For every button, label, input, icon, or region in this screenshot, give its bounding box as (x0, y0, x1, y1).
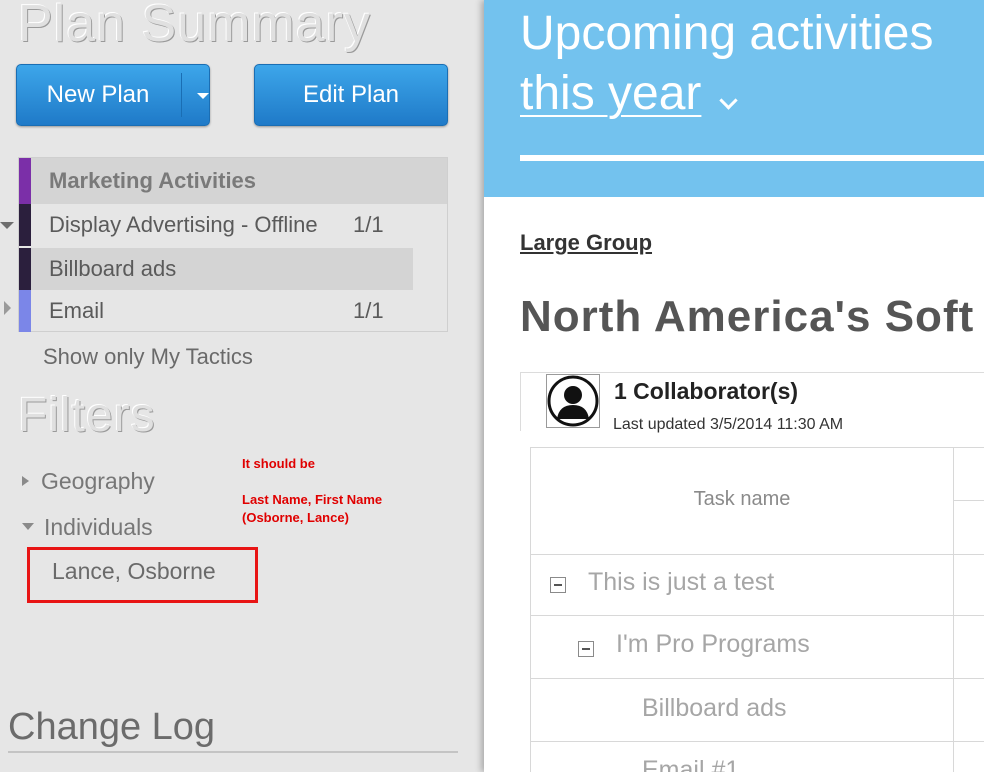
button-divider (181, 73, 182, 117)
filter-individuals-label: Individuals (44, 514, 153, 540)
task-name-header[interactable]: Task name (531, 488, 953, 511)
caret-down-icon (22, 523, 34, 531)
task-row[interactable]: Email #1 (642, 756, 739, 772)
collapse-icon[interactable] (578, 641, 594, 657)
tactic-row-billboard-ads[interactable]: Billboard ads (19, 248, 413, 290)
caret-right-icon (22, 475, 29, 486)
expand-right-icon[interactable] (4, 301, 11, 315)
annotation-line: Last Name, First Name (242, 492, 383, 507)
grid-row-divider (531, 554, 984, 555)
chevron-down-icon[interactable] (719, 91, 738, 110)
expand-down-icon[interactable] (0, 222, 14, 229)
grid-row-divider (531, 615, 984, 616)
tactic-row-display-advertising[interactable]: Display Advertising - Offline 1/1 (19, 204, 447, 246)
task-row[interactable]: This is just a test (588, 568, 774, 597)
group-link[interactable]: Large Group (520, 230, 652, 256)
divider (520, 373, 521, 431)
user-silhouette-icon (547, 375, 599, 427)
tactic-label: Email (49, 298, 105, 323)
tactic-color-bar (19, 204, 31, 246)
show-only-my-tactics[interactable]: Show only My Tactics (43, 344, 253, 370)
project-title: North America's Soft (520, 292, 975, 341)
tactic-count: 1/1 (353, 298, 384, 323)
filter-geography-label: Geography (41, 468, 155, 494)
grid-row-divider (531, 741, 984, 742)
tactic-row-email[interactable]: Email 1/1 (19, 290, 447, 332)
divider (520, 372, 984, 373)
period-dropdown[interactable]: this year (520, 66, 701, 121)
task-grid: Task name This is just a test I'm Pro Pr… (530, 447, 984, 772)
individual-item[interactable]: Lance, Osborne (52, 558, 216, 585)
plan-sidebar: Plan Summary New Plan Edit Plan Marketin… (0, 0, 484, 772)
edit-plan-button[interactable]: Edit Plan (254, 64, 448, 126)
filters-title: Filters (18, 389, 156, 442)
task-row[interactable]: Billboard ads (642, 694, 787, 723)
tactic-count: 1/1 (353, 212, 384, 237)
grid-header-divider (953, 500, 984, 501)
filter-geography[interactable]: Geography (22, 468, 155, 495)
category-color-bar (19, 158, 31, 204)
filter-individuals[interactable]: Individuals (22, 514, 153, 541)
tactic-color-bar (19, 290, 31, 332)
collapse-icon[interactable] (550, 577, 566, 593)
tactics-header[interactable]: Marketing Activities (19, 158, 447, 204)
plan-summary-title: Plan Summary (18, 0, 371, 53)
divider (520, 155, 984, 161)
grid-column-divider (953, 448, 954, 772)
grid-row-divider (531, 678, 984, 679)
last-updated: Last updated 3/5/2014 11:30 AM (613, 416, 844, 433)
annotation-line: (Osborne, Lance) (242, 510, 349, 525)
avatar[interactable] (546, 374, 600, 428)
divider (8, 751, 458, 753)
tactics-panel: Marketing Activities Display Advertising… (18, 157, 448, 332)
tactics-header-label: Marketing Activities (49, 168, 257, 193)
new-plan-button[interactable]: New Plan (16, 64, 210, 126)
tactic-label: Display Advertising - Offline (49, 212, 318, 237)
annotation-line: It should be (242, 456, 315, 471)
new-plan-label: New Plan (46, 81, 150, 108)
upcoming-header: Upcoming activities this year (484, 0, 984, 197)
upcoming-title: Upcoming activities (520, 7, 934, 60)
upcoming-panel: Upcoming activities this year Large Grou… (484, 0, 984, 772)
collaborators-count[interactable]: 1 Collaborator(s) (614, 378, 798, 405)
chevron-down-icon[interactable] (197, 93, 209, 99)
tactic-color-bar (19, 248, 31, 290)
change-log-title: Change Log (8, 706, 216, 748)
task-row[interactable]: I'm Pro Programs (616, 630, 810, 659)
tactic-label: Billboard ads (49, 256, 177, 281)
